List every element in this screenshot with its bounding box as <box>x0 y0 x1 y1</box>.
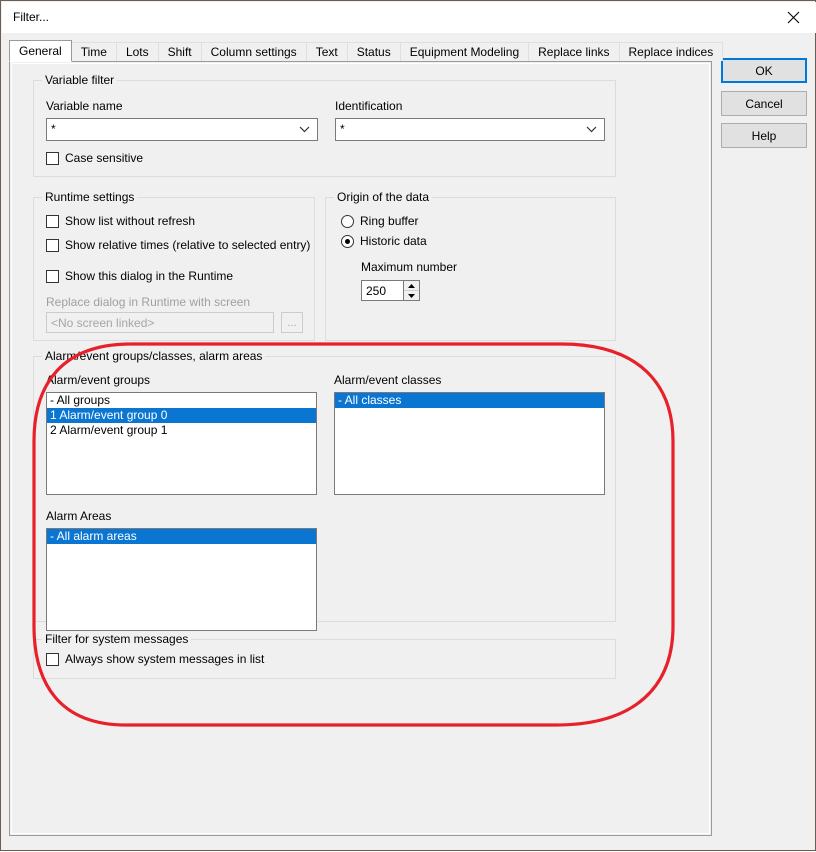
alarm-event-groups-label: Alarm/event groups <box>46 373 151 387</box>
tab-text[interactable]: Text <box>305 42 348 61</box>
stepper-down-icon[interactable] <box>404 291 419 300</box>
case-sensitive-label: Case sensitive <box>65 151 144 165</box>
runtime-settings-group: Runtime settings Show list without refre… <box>33 190 315 341</box>
list-item[interactable]: - All groups <box>47 393 316 408</box>
historic-data-radio[interactable]: Historic data <box>341 234 427 248</box>
system-messages-group-title: Filter for system messages <box>42 632 192 646</box>
origin-of-data-group: Origin of the data Ring buffer Historic … <box>325 190 616 341</box>
stepper-buttons <box>403 281 419 300</box>
identification-label: Identification <box>335 99 403 113</box>
stepper-up-icon[interactable] <box>404 281 419 291</box>
browse-screen-button[interactable]: ... <box>281 312 303 333</box>
alarm-section-title: Alarm/event groups/classes, alarm areas <box>42 349 266 363</box>
identification-input[interactable]: * <box>335 118 605 141</box>
replace-dialog-label: Replace dialog in Runtime with screen <box>46 295 251 309</box>
alarm-areas-listbox[interactable]: - All alarm areas <box>46 528 317 631</box>
tab-equipment-modeling[interactable]: Equipment Modeling <box>399 42 530 61</box>
checkbox-box <box>46 151 59 165</box>
alarm-event-classes-label: Alarm/event classes <box>334 373 442 387</box>
list-item[interactable]: - All classes <box>335 393 604 408</box>
radio-box <box>341 214 354 228</box>
runtime-settings-group-title: Runtime settings <box>42 190 138 204</box>
always-show-system-messages-checkbox[interactable]: Always show system messages in list <box>46 652 264 666</box>
tab-status[interactable]: Status <box>346 42 401 61</box>
show-dialog-in-runtime-label: Show this dialog in the Runtime <box>65 269 234 283</box>
replace-dialog-screen-value: <No screen linked> <box>51 316 155 330</box>
historic-data-label: Historic data <box>360 234 427 248</box>
window-title: Filter... <box>13 10 50 24</box>
tab-content-inner: Variable filter Variable name * Identifi… <box>11 63 710 834</box>
alarm-event-groups-listbox[interactable]: - All groups 1 Alarm/event group 0 2 Ala… <box>46 392 317 495</box>
show-list-without-refresh-checkbox[interactable]: Show list without refresh <box>46 214 195 228</box>
close-icon[interactable] <box>770 2 816 33</box>
variable-name-input[interactable]: * <box>46 118 318 141</box>
tab-replace-links[interactable]: Replace links <box>528 42 620 61</box>
alarm-groups-classes-areas-group: Alarm/event groups/classes, alarm areas … <box>33 349 616 631</box>
tab-strip: General Time Lots Shift Column settings … <box>9 40 724 62</box>
checkbox-box <box>46 652 59 666</box>
alarm-areas-label: Alarm Areas <box>46 509 112 523</box>
checkbox-box <box>46 269 59 283</box>
chevron-down-icon <box>584 119 598 140</box>
tab-lots[interactable]: Lots <box>115 42 159 61</box>
title-bar: Filter... <box>2 2 816 33</box>
checkbox-box <box>46 238 59 252</box>
chevron-down-icon <box>297 119 311 140</box>
list-item[interactable]: - All alarm areas <box>47 529 316 544</box>
show-relative-times-label: Show relative times (relative to selecte… <box>65 238 311 252</box>
alarm-event-classes-listbox[interactable]: - All classes <box>334 392 605 495</box>
list-item[interactable]: 1 Alarm/event group 0 <box>47 408 316 423</box>
case-sensitive-checkbox[interactable]: Case sensitive <box>46 151 143 165</box>
variable-name-label: Variable name <box>46 99 123 113</box>
variable-filter-group: Variable filter Variable name * Identifi… <box>33 73 616 177</box>
origin-of-data-group-title: Origin of the data <box>334 190 433 204</box>
tab-shift[interactable]: Shift <box>157 42 202 61</box>
maximum-number-value: 250 <box>366 284 387 298</box>
checkbox-box <box>46 214 59 228</box>
show-dialog-in-runtime-checkbox[interactable]: Show this dialog in the Runtime <box>46 269 233 283</box>
help-button[interactable]: Help <box>721 123 807 148</box>
tab-time[interactable]: Time <box>70 42 117 61</box>
ring-buffer-label: Ring buffer <box>360 214 419 228</box>
variable-name-value: * <box>51 122 56 136</box>
variable-filter-group-title: Variable filter <box>42 73 118 87</box>
maximum-number-label: Maximum number <box>361 260 458 274</box>
tab-replace-indices[interactable]: Replace indices <box>618 42 724 61</box>
maximum-number-stepper[interactable]: 250 <box>361 280 420 301</box>
list-item[interactable]: 2 Alarm/event group 1 <box>47 423 316 438</box>
always-show-system-messages-label: Always show system messages in list <box>65 652 265 666</box>
ring-buffer-radio[interactable]: Ring buffer <box>341 214 418 228</box>
tab-column-settings[interactable]: Column settings <box>200 42 307 61</box>
identification-value: * <box>340 122 345 136</box>
filter-dialog-window: Filter... General Time Lots Shift Column… <box>0 0 816 851</box>
replace-dialog-screen-input[interactable]: <No screen linked> <box>46 312 274 333</box>
tab-content-panel: Variable filter Variable name * Identifi… <box>9 61 712 836</box>
tab-general[interactable]: General <box>9 40 72 62</box>
cancel-button[interactable]: Cancel <box>721 91 807 116</box>
ok-button[interactable]: OK <box>721 58 807 83</box>
system-messages-group: Filter for system messages Always show s… <box>33 632 616 679</box>
show-list-without-refresh-label: Show list without refresh <box>65 214 196 228</box>
show-relative-times-checkbox[interactable]: Show relative times (relative to selecte… <box>46 238 310 252</box>
radio-box <box>341 234 354 248</box>
